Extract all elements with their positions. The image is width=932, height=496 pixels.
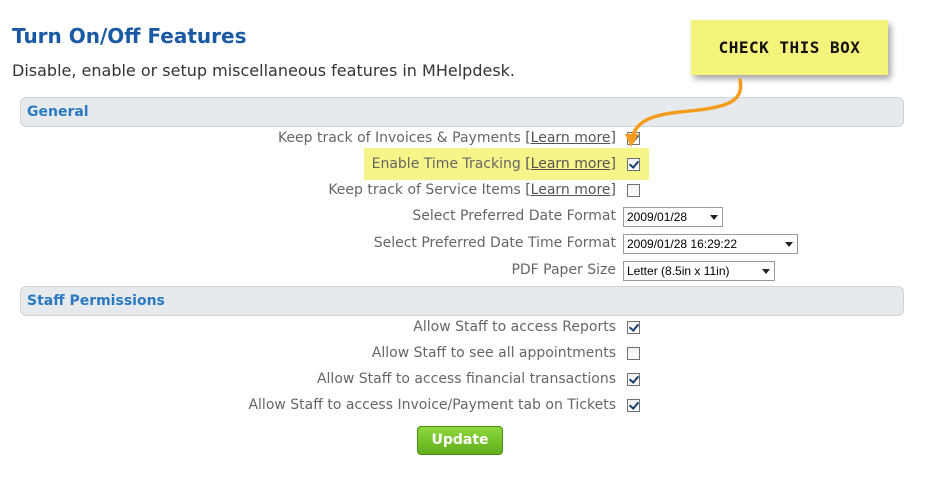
callout-arrow-icon	[625, 78, 743, 147]
